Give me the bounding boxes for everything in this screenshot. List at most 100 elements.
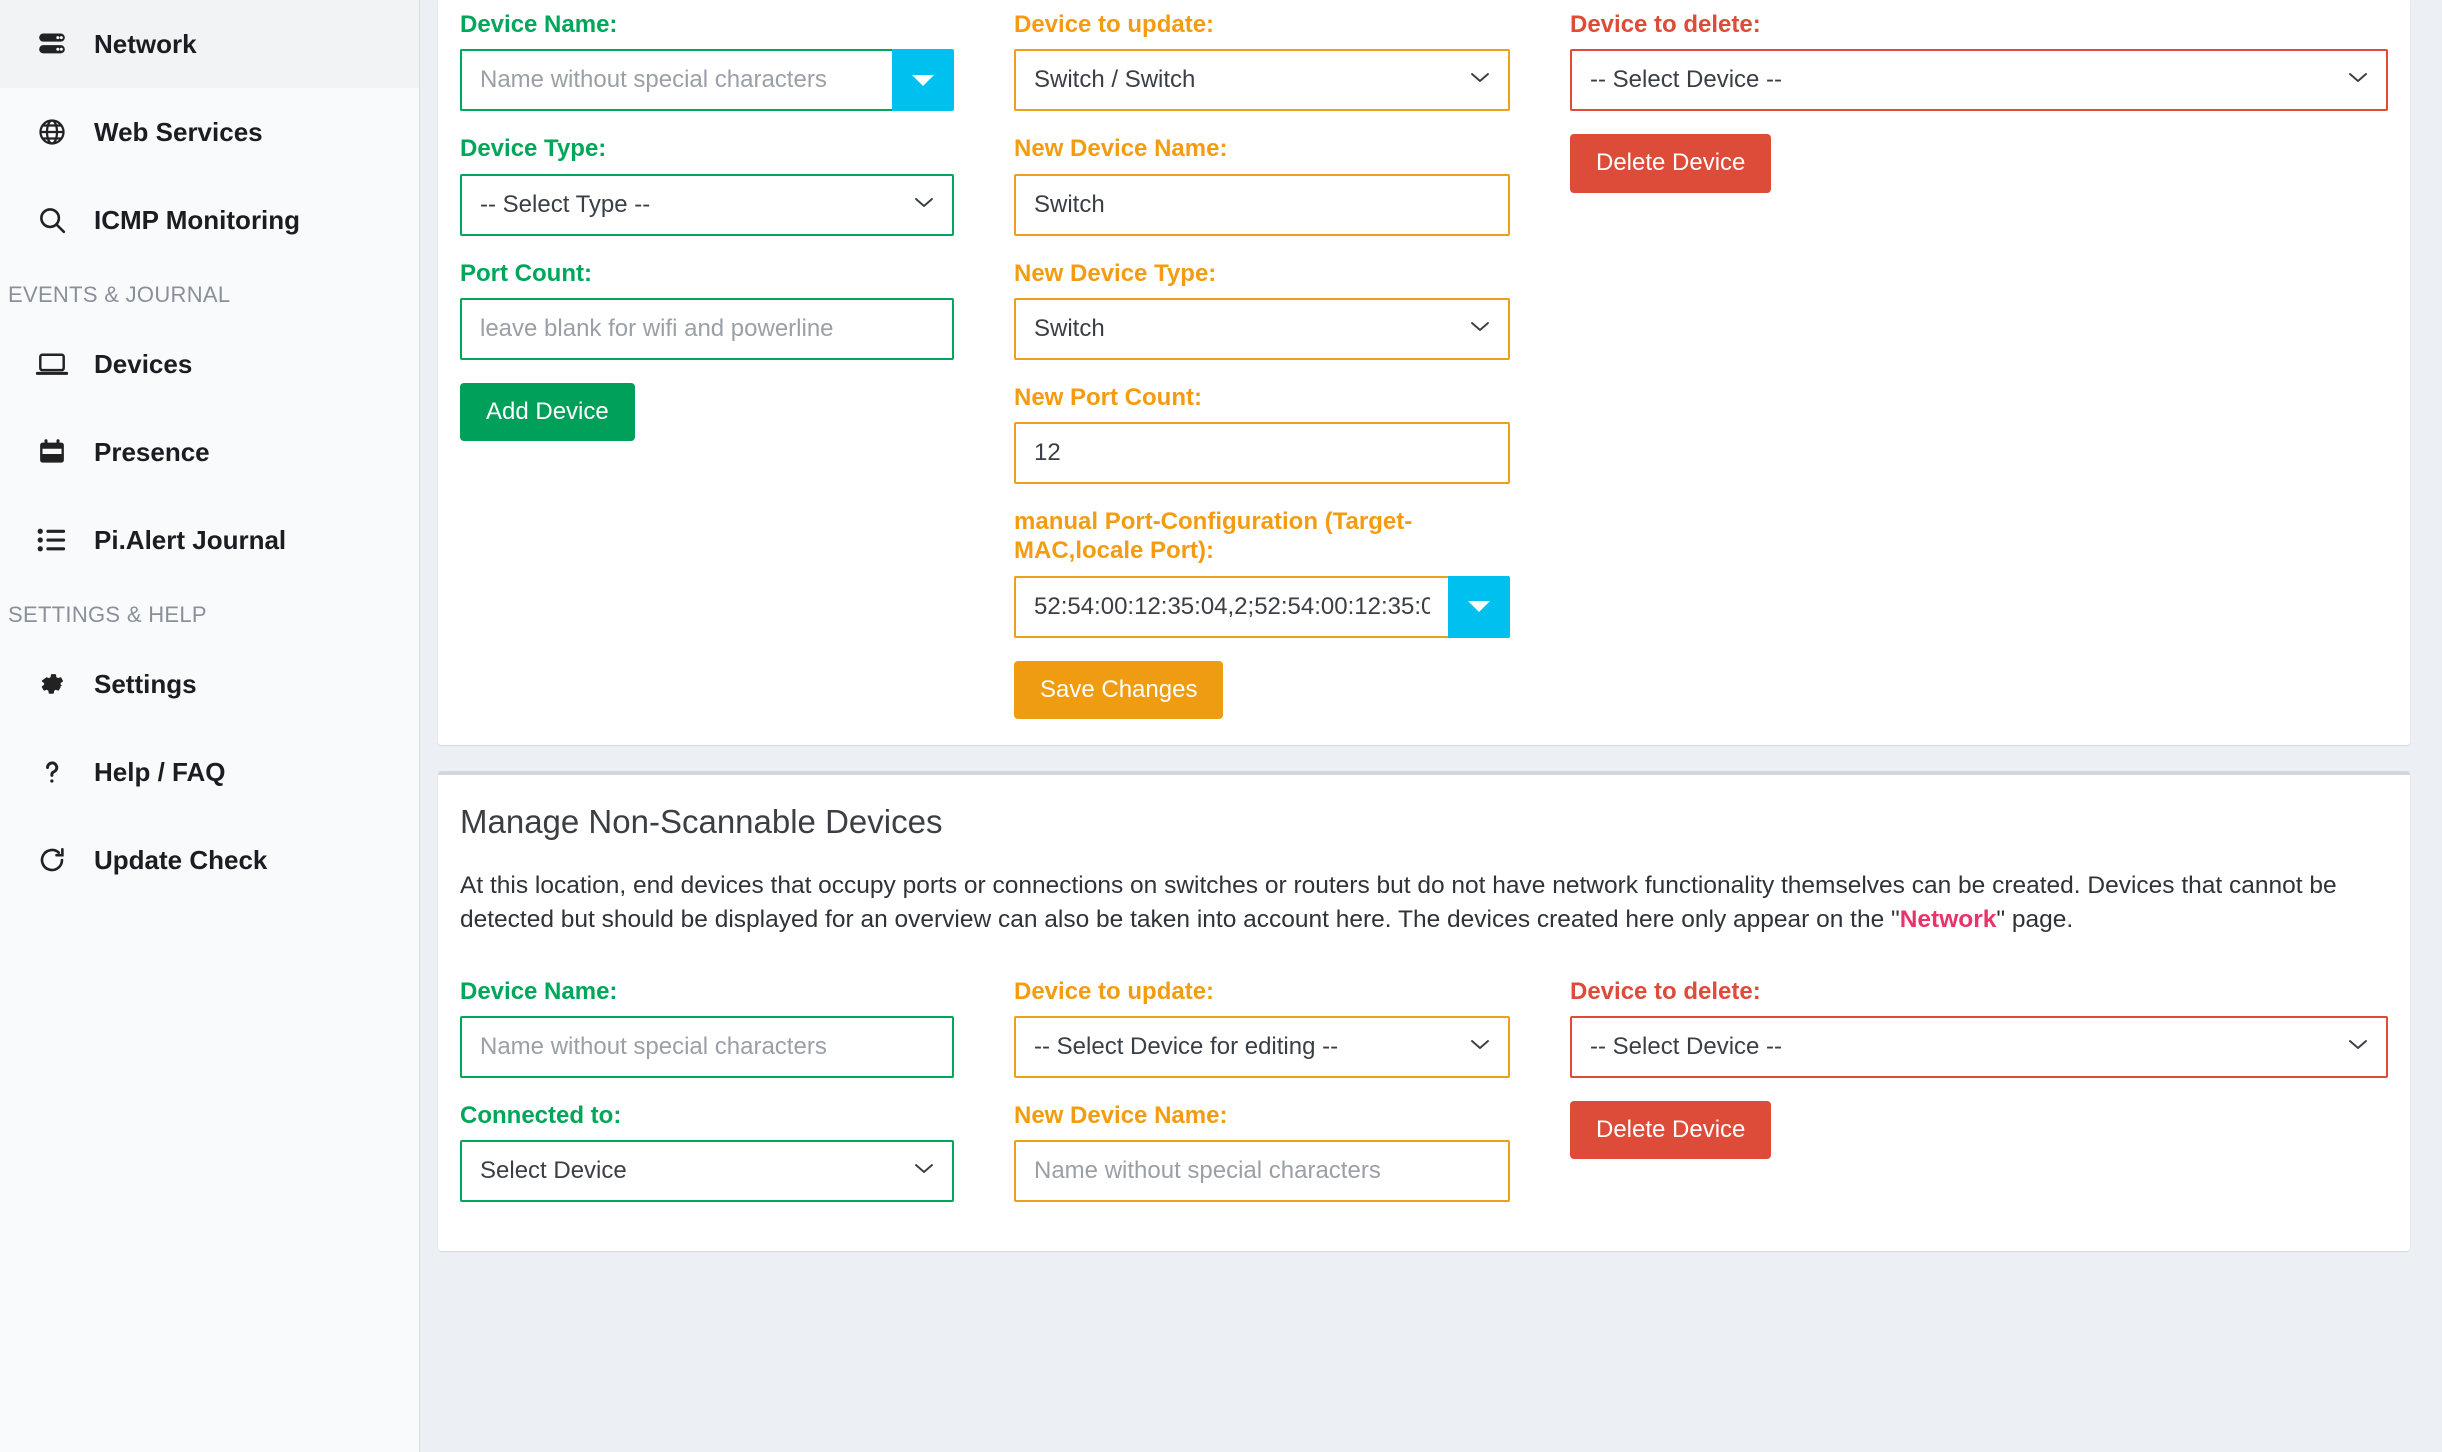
sidebar: Network Web Services ICMP bbox=[0, 0, 420, 1452]
ns-device-name-input[interactable] bbox=[460, 1016, 954, 1078]
device-to-update-label: Device to update: bbox=[1014, 10, 1510, 39]
device-type-select-wrap bbox=[460, 174, 954, 236]
laptop-icon bbox=[32, 350, 72, 378]
sidebar-item-devices[interactable]: Devices bbox=[0, 320, 419, 408]
ns-new-device-name-input[interactable] bbox=[1014, 1140, 1510, 1202]
new-port-count-label: New Port Count: bbox=[1014, 383, 1510, 412]
network-link[interactable]: Network bbox=[1900, 906, 1997, 933]
ns-device-to-update-label: Device to update: bbox=[1014, 977, 1510, 1006]
page-title: Manage Non-Scannable Devices bbox=[460, 775, 2388, 847]
sidebar-item-label: Pi.Alert Journal bbox=[94, 527, 286, 553]
ns-field-device-to-delete: Device to delete: bbox=[1570, 977, 2388, 1078]
new-device-type-select-wrap bbox=[1014, 298, 1510, 360]
device-name-input[interactable] bbox=[460, 49, 892, 111]
ns-device-to-update-select[interactable] bbox=[1014, 1016, 1510, 1078]
new-device-name-input[interactable] bbox=[1014, 174, 1510, 236]
sidebar-group-header-settings: SETTINGS & HELP bbox=[0, 584, 419, 640]
sidebar-item-pi-alert-journal[interactable]: Pi.Alert Journal bbox=[0, 496, 419, 584]
field-port-count: Port Count: bbox=[460, 259, 954, 360]
ns-device-name-label: Device Name: bbox=[460, 977, 954, 1006]
device-type-select[interactable] bbox=[460, 174, 954, 236]
ns-delete-device-column: Device to delete: Delete Device bbox=[1570, 977, 2388, 1226]
manual-port-config-label: manual Port-Configuration (Target-MAC,lo… bbox=[1014, 507, 1510, 566]
panel-manage-devices: Device Name: Device Type: bbox=[438, 0, 2410, 745]
device-type-label: Device Type: bbox=[460, 134, 954, 163]
sidebar-item-web-services[interactable]: Web Services bbox=[0, 88, 419, 176]
delete-device-column: Device to delete: Delete Device bbox=[1570, 10, 2388, 719]
field-new-device-type: New Device Type: bbox=[1014, 259, 1510, 360]
update-device-column: Device to update: New Device Name: bbox=[1014, 10, 1570, 719]
manual-port-config-input[interactable] bbox=[1014, 576, 1448, 638]
ns-field-device-to-update: Device to update: bbox=[1014, 977, 1510, 1078]
ns-update-device-column: Device to update: New Device Name: bbox=[1014, 977, 1570, 1226]
globe-icon bbox=[32, 117, 72, 147]
caret-down-icon bbox=[912, 75, 934, 86]
ns-connected-to-select[interactable] bbox=[460, 1140, 954, 1202]
new-device-type-label: New Device Type: bbox=[1014, 259, 1510, 288]
app-root: Network Web Services ICMP bbox=[0, 0, 2442, 1452]
section-spacer bbox=[460, 937, 2388, 967]
delete-device-button[interactable]: Delete Device bbox=[1570, 134, 1771, 192]
field-device-to-delete: Device to delete: bbox=[1570, 10, 2388, 111]
manual-port-config-dropdown-toggle[interactable] bbox=[1448, 576, 1510, 638]
device-to-delete-select[interactable] bbox=[1570, 49, 2388, 111]
panel-description: At this location, end devices that occup… bbox=[460, 847, 2388, 937]
sidebar-item-update-check[interactable]: Update Check bbox=[0, 816, 419, 904]
panel-manage-non-scannable-devices: Manage Non-Scannable Devices At this loc… bbox=[438, 771, 2410, 1251]
field-new-port-count: New Port Count: bbox=[1014, 383, 1510, 484]
sidebar-item-label: ICMP Monitoring bbox=[94, 207, 300, 233]
sidebar-item-label: Presence bbox=[94, 439, 210, 465]
caret-down-icon bbox=[1468, 601, 1490, 612]
port-count-label: Port Count: bbox=[460, 259, 954, 288]
new-device-type-select[interactable] bbox=[1014, 298, 1510, 360]
device-name-dropdown-toggle[interactable] bbox=[892, 49, 954, 111]
field-manual-port-config: manual Port-Configuration (Target-MAC,lo… bbox=[1014, 507, 1510, 638]
gear-icon bbox=[32, 669, 72, 699]
ns-device-to-delete-label: Device to delete: bbox=[1570, 977, 2388, 1006]
device-to-update-select[interactable] bbox=[1014, 49, 1510, 111]
description-text-part2: " page. bbox=[1996, 906, 2073, 933]
ns-delete-device-button[interactable]: Delete Device bbox=[1570, 1101, 1771, 1159]
port-count-input[interactable] bbox=[460, 298, 954, 360]
search-icon bbox=[32, 205, 72, 235]
add-device-button[interactable]: Add Device bbox=[460, 383, 635, 441]
ns-field-connected-to: Connected to: bbox=[460, 1101, 954, 1202]
save-changes-button[interactable]: Save Changes bbox=[1014, 661, 1223, 719]
list-icon bbox=[32, 527, 72, 553]
new-port-count-input[interactable] bbox=[1014, 422, 1510, 484]
ns-add-device-column: Device Name: Connected to: bbox=[460, 977, 1014, 1226]
ns-device-to-update-select-wrap bbox=[1014, 1016, 1510, 1078]
sidebar-item-presence[interactable]: Presence bbox=[0, 408, 419, 496]
device-name-label: Device Name: bbox=[460, 10, 954, 39]
sidebar-item-label: Devices bbox=[94, 351, 192, 377]
field-new-device-name: New Device Name: bbox=[1014, 134, 1510, 235]
question-icon bbox=[32, 757, 72, 787]
sidebar-item-settings[interactable]: Settings bbox=[0, 640, 419, 728]
device-to-delete-select-wrap bbox=[1570, 49, 2388, 111]
sidebar-item-network[interactable]: Network bbox=[0, 0, 419, 88]
panel-spacer bbox=[438, 745, 2410, 771]
ns-device-to-delete-select-wrap bbox=[1570, 1016, 2388, 1078]
calendar-icon bbox=[32, 437, 72, 467]
sidebar-item-label: Web Services bbox=[94, 119, 263, 145]
refresh-icon bbox=[32, 845, 72, 875]
ns-field-new-device-name: New Device Name: bbox=[1014, 1101, 1510, 1202]
sidebar-item-help-faq[interactable]: Help / FAQ bbox=[0, 728, 419, 816]
sidebar-item-label: Help / FAQ bbox=[94, 759, 225, 785]
ns-connected-to-select-wrap bbox=[460, 1140, 954, 1202]
ns-device-to-delete-select[interactable] bbox=[1570, 1016, 2388, 1078]
device-to-update-select-wrap bbox=[1014, 49, 1510, 111]
field-device-type: Device Type: bbox=[460, 134, 954, 235]
new-device-name-label: New Device Name: bbox=[1014, 134, 1510, 163]
main-content: Device Name: Device Type: bbox=[420, 0, 2442, 1452]
field-device-to-update: Device to update: bbox=[1014, 10, 1510, 111]
sidebar-group-header-events: EVENTS & JOURNAL bbox=[0, 264, 419, 320]
sidebar-item-label: Network bbox=[94, 31, 197, 57]
server-icon bbox=[32, 30, 72, 58]
ns-field-device-name: Device Name: bbox=[460, 977, 954, 1078]
field-device-name: Device Name: bbox=[460, 10, 954, 111]
sidebar-item-icmp-monitoring[interactable]: ICMP Monitoring bbox=[0, 176, 419, 264]
device-to-delete-label: Device to delete: bbox=[1570, 10, 2388, 39]
sidebar-item-label: Settings bbox=[94, 671, 197, 697]
sidebar-item-label: Update Check bbox=[94, 847, 267, 873]
